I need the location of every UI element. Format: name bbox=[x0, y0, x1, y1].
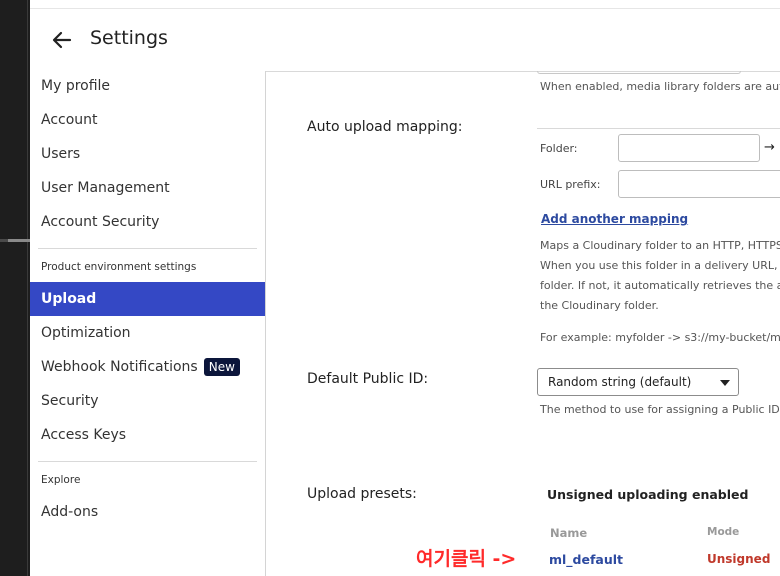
mapping-help-line: folder. If not, it automatically retriev… bbox=[540, 279, 780, 292]
default-public-id-label: Default Public ID: bbox=[307, 371, 429, 387]
page-title: Settings bbox=[90, 27, 168, 49]
sidebar-divider bbox=[38, 461, 257, 462]
host-divider bbox=[27, 0, 28, 576]
sidebar-item-webhook-notifications[interactable]: Webhook Notifications New bbox=[30, 350, 265, 384]
sidebar-item-label: Webhook Notifications bbox=[41, 359, 198, 375]
mapping-divider bbox=[537, 128, 780, 129]
host-splitter-handle[interactable] bbox=[8, 239, 30, 242]
folder-label: Folder: bbox=[540, 142, 578, 155]
settings-header: Settings bbox=[30, 8, 780, 72]
url-prefix-input[interactable] bbox=[618, 170, 780, 198]
mapping-help-line: When you use this folder in a delivery U… bbox=[540, 259, 780, 272]
url-prefix-label: URL prefix: bbox=[540, 178, 601, 191]
host-app-strip bbox=[0, 0, 30, 576]
sidebar-item-account-security[interactable]: Account Security bbox=[30, 205, 265, 239]
sidebar-item-upload[interactable]: Upload bbox=[30, 282, 265, 316]
sidebar-item-access-keys[interactable]: Access Keys bbox=[30, 418, 265, 452]
preset-name-link[interactable]: ml_default bbox=[549, 552, 623, 567]
preset-mode-value: Unsigned bbox=[707, 552, 771, 566]
click-here-annotation: 여기클릭 -> bbox=[414, 544, 519, 571]
presets-column-mode: Mode bbox=[707, 526, 740, 538]
mapping-example: For example: myfolder -> s3://my-bucket/… bbox=[540, 331, 780, 344]
upload-presets-label: Upload presets: bbox=[307, 486, 417, 502]
host-marker-left bbox=[0, 239, 8, 242]
sidebar-item-my-profile[interactable]: My profile bbox=[30, 69, 265, 103]
mapping-help-line: Maps a Cloudinary folder to an HTTP, HTT… bbox=[540, 239, 780, 252]
add-another-mapping-link[interactable]: Add another mapping bbox=[541, 212, 688, 226]
sidebar-divider bbox=[38, 248, 257, 249]
public-id-help: The method to use for assigning a Public… bbox=[540, 403, 780, 416]
folder-input[interactable] bbox=[618, 134, 760, 162]
upload-settings-panel: When enabled, media library folders are … bbox=[266, 71, 780, 576]
previous-field-box bbox=[537, 71, 741, 74]
auto-upload-mapping-label: Auto upload mapping: bbox=[307, 119, 463, 135]
sidebar-item-security[interactable]: Security bbox=[30, 384, 265, 418]
sidebar-item-add-ons[interactable]: Add-ons bbox=[30, 495, 265, 529]
sidebar-item-user-management[interactable]: User Management bbox=[30, 171, 265, 205]
sidebar-item-users[interactable]: Users bbox=[30, 137, 265, 171]
unsigned-uploading-heading: Unsigned uploading enabled bbox=[547, 487, 749, 502]
public-id-select[interactable]: Random string (default) bbox=[537, 368, 739, 396]
settings-sidebar: My profile Account Users User Management… bbox=[30, 71, 266, 576]
back-arrow-icon[interactable] bbox=[48, 23, 76, 57]
sidebar-item-account[interactable]: Account bbox=[30, 103, 265, 137]
mapping-arrow-icon: → bbox=[764, 140, 775, 155]
mapping-help-line: the Cloudinary folder. bbox=[540, 299, 659, 312]
public-id-selected-value: Random string (default) bbox=[548, 375, 692, 389]
presets-column-name: Name bbox=[550, 526, 588, 540]
media-library-help: When enabled, media library folders are … bbox=[540, 80, 780, 93]
sidebar-item-optimization[interactable]: Optimization bbox=[30, 316, 265, 350]
chevron-down-icon bbox=[720, 380, 730, 386]
sidebar-section-product: Product environment settings bbox=[41, 261, 197, 273]
new-badge: New bbox=[203, 358, 240, 376]
sidebar-section-explore: Explore bbox=[41, 474, 81, 486]
